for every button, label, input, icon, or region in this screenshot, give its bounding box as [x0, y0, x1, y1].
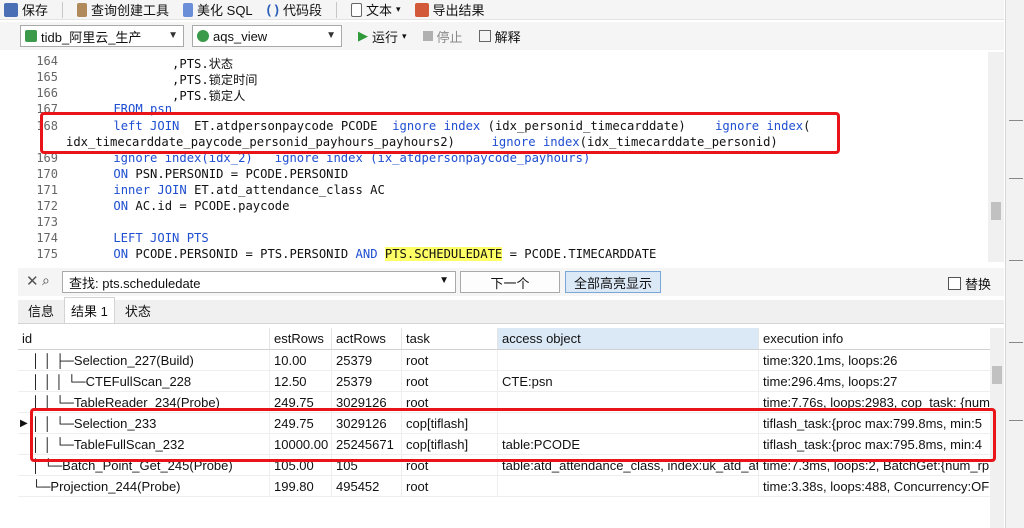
- scrollbar-thumb[interactable]: [991, 202, 1001, 220]
- table-cell[interactable]: [498, 350, 759, 371]
- close-icon[interactable]: ✕: [26, 272, 39, 290]
- highlight-box-ignore-index: [40, 112, 840, 154]
- code-line: ON PCODE.PERSONID = PTS.PERSONID AND PTS…: [113, 247, 657, 261]
- database-icon: [197, 30, 209, 42]
- line-number: 164: [36, 54, 58, 68]
- braces-icon: ( ): [266, 2, 279, 17]
- line-number: 174: [36, 231, 58, 245]
- column-header-actrows[interactable]: actRows: [332, 328, 402, 350]
- chevron-down-icon: ▾: [395, 4, 401, 14]
- panel-marker: [1009, 260, 1023, 261]
- run-button[interactable]: ▶ 运行 ▾: [358, 27, 407, 46]
- column-header-access-object[interactable]: access object: [498, 328, 759, 350]
- column-header-execution-info[interactable]: execution info: [759, 328, 990, 350]
- search-icon: ⌕: [42, 272, 50, 288]
- line-number: 165: [36, 70, 58, 84]
- table-cell[interactable]: 25379: [332, 371, 402, 392]
- table-cell[interactable]: 25379: [332, 350, 402, 371]
- highlight-box-tiflash-rows: [30, 408, 996, 462]
- toolbar-divider: [62, 1, 64, 18]
- tab-result-1[interactable]: 结果 1: [64, 297, 115, 323]
- connection-toolbar: tidb_阿里云_生产 ▼ aqs_view ▼ ▶ 运行 ▾ 停止 解释: [0, 22, 1004, 50]
- stop-icon: [422, 31, 433, 41]
- find-bar: ✕ ⌕ 查找: pts.scheduledate ▼ 下一个 全部高亮显示 替换: [18, 268, 1004, 296]
- line-number: 166: [36, 86, 58, 100]
- database-select[interactable]: aqs_view ▼: [192, 25, 342, 47]
- side-panel: [1005, 0, 1024, 528]
- highlight-all-button[interactable]: 全部高亮显示: [565, 271, 661, 293]
- checkbox-box[interactable]: [948, 277, 961, 290]
- explain-button[interactable]: 解释: [478, 27, 521, 46]
- panel-marker: [1009, 420, 1023, 421]
- table-cell[interactable]: │ │ ├─Selection_227(Build): [18, 350, 270, 371]
- table-cell[interactable]: time:3.38s, loops:488, Concurrency:OFF: [759, 476, 990, 497]
- find-next-button[interactable]: 下一个: [460, 271, 560, 293]
- table-cell[interactable]: 12.50: [270, 371, 332, 392]
- code-line: ON PSN.PERSONID = PCODE.PERSONID: [113, 167, 349, 181]
- export-results-button[interactable]: 导出结果: [414, 0, 485, 19]
- main-toolbar: 保存 查询创建工具 美化 SQL ( ) 代码段 文本 ▾ 导出结果: [0, 0, 1004, 20]
- table-cell[interactable]: └─Projection_244(Probe): [18, 476, 270, 497]
- code-line: LEFT JOIN PTS: [84, 231, 209, 245]
- line-number: 173: [36, 215, 58, 229]
- stop-button[interactable]: 停止: [422, 27, 463, 46]
- hammer-icon: [77, 2, 88, 17]
- database-connection-icon: [25, 30, 37, 42]
- column-header-estrows[interactable]: estRows: [270, 328, 332, 350]
- scrollbar-thumb[interactable]: [992, 366, 1002, 384]
- column-header-id[interactable]: id: [18, 328, 270, 350]
- table-cell[interactable]: time:320.1ms, loops:26: [759, 350, 990, 371]
- text-button[interactable]: 文本 ▾: [350, 0, 401, 19]
- play-icon: ▶: [358, 28, 368, 43]
- query-builder-button[interactable]: 查询创建工具: [77, 0, 169, 19]
- toolbar-divider: [335, 1, 337, 18]
- table-cell[interactable]: root: [402, 371, 498, 392]
- save-icon: [4, 2, 18, 17]
- table-cell[interactable]: time:296.4ms, loops:27: [759, 371, 990, 392]
- code-snippet-button[interactable]: ( ) 代码段: [267, 0, 322, 19]
- panel-marker: [1009, 120, 1023, 121]
- code-line: inner JOIN ET.atd_attendance_class AC: [113, 183, 385, 197]
- magic-wand-icon: [183, 2, 194, 17]
- explain-icon: [478, 30, 491, 42]
- table-cell[interactable]: [498, 476, 759, 497]
- line-number: 175: [36, 247, 58, 261]
- table-cell[interactable]: 10.00: [270, 350, 332, 371]
- table-cell[interactable]: root: [402, 476, 498, 497]
- table-cell[interactable]: 199.80: [270, 476, 332, 497]
- search-input[interactable]: 查找: pts.scheduledate ▼: [62, 271, 456, 293]
- line-number: 171: [36, 183, 58, 197]
- chevron-down-icon: ▼: [168, 30, 178, 41]
- line-number: 170: [36, 167, 58, 181]
- editor-scrollbar[interactable]: [988, 52, 1004, 262]
- code-line: ON AC.id = PCODE.paycode: [113, 199, 290, 213]
- tab-info[interactable]: 信息: [22, 298, 60, 323]
- chevron-down-icon: ▾: [402, 30, 407, 41]
- panel-marker: [1009, 178, 1023, 179]
- tab-status[interactable]: 状态: [119, 298, 157, 323]
- table-cell[interactable]: 495452: [332, 476, 402, 497]
- replace-checkbox[interactable]: 替换: [948, 274, 991, 293]
- table-cell[interactable]: root: [402, 350, 498, 371]
- result-tabs: 信息 结果 1 状态: [18, 297, 1004, 324]
- connection-select[interactable]: tidb_阿里云_生产 ▼: [20, 25, 184, 47]
- chevron-down-icon: ▼: [326, 30, 336, 41]
- export-icon: [414, 2, 429, 17]
- save-button[interactable]: 保存: [4, 0, 48, 19]
- line-number: 172: [36, 199, 58, 213]
- chevron-down-icon[interactable]: ▼: [439, 275, 449, 286]
- beautify-sql-button[interactable]: 美化 SQL: [183, 0, 253, 19]
- table-cell[interactable]: CTE:psn: [498, 371, 759, 392]
- sql-editor[interactable]: 164 ,PTS.状态 165 ,PTS.锁定时间 166 ,PTS.锁定人 1…: [18, 52, 1004, 262]
- column-header-task[interactable]: task: [402, 328, 498, 350]
- panel-marker: [1009, 342, 1023, 343]
- document-icon: [350, 2, 362, 17]
- table-cell[interactable]: │ │ │ └─CTEFullScan_228: [18, 371, 270, 392]
